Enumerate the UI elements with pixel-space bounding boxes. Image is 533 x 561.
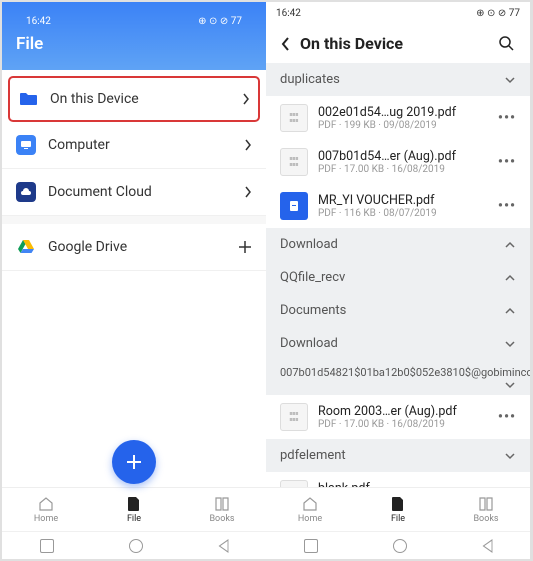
path-row: 007b01d54821$01ba12b0$052e3810$@gobiminc… xyxy=(266,360,530,395)
header: 16:42 ⊕ ⊙ ⊘ 77 File xyxy=(2,2,266,70)
fab-add-button[interactable] xyxy=(112,440,156,484)
section-qqfile[interactable]: QQfile_recv xyxy=(266,261,530,294)
file-row[interactable]: blank.pdfPDF · 4.91 KB · 11/07/2023••• xyxy=(266,472,530,487)
chevron-down-icon xyxy=(504,76,516,84)
status-icons: ⊕ ⊙ ⊘ 77 xyxy=(476,8,520,19)
nav-bar xyxy=(266,531,530,559)
chevron-right-icon xyxy=(244,139,252,151)
section-duplicates[interactable]: duplicates xyxy=(266,63,530,96)
file-row[interactable]: ≡≡≡≡≡≡ 002e01d54…ug 2019.pdfPDF · 199 KB … xyxy=(266,96,530,140)
cloud-icon xyxy=(16,182,36,202)
file-meta: PDF · 199 KB · 09/08/2019 xyxy=(318,120,488,131)
pdf-thumb-icon xyxy=(280,480,308,487)
file-name: Room 2003…er (Aug).pdf xyxy=(318,404,488,419)
list-item-google-drive[interactable]: Google Drive xyxy=(2,224,266,271)
tab-books[interactable]: Books xyxy=(442,488,530,531)
file-meta: PDF · 17.00 KB · 16/08/2019 xyxy=(318,419,488,430)
chevron-up-icon xyxy=(504,307,516,315)
more-icon[interactable]: ••• xyxy=(498,154,516,170)
nav-back-icon[interactable] xyxy=(218,539,228,553)
more-icon[interactable]: ••• xyxy=(498,110,516,126)
computer-icon xyxy=(16,135,36,155)
google-drive-icon xyxy=(16,237,36,257)
nav-back-icon[interactable] xyxy=(482,539,492,553)
chevron-right-icon xyxy=(244,186,252,198)
list-item-label: Google Drive xyxy=(48,239,226,255)
tab-file[interactable]: File xyxy=(354,488,442,531)
nav-bar xyxy=(2,531,266,559)
status-time: 16:42 xyxy=(26,16,51,27)
bottom-tabs: Home File Books xyxy=(2,487,266,531)
back-icon[interactable] xyxy=(280,36,290,52)
tab-home[interactable]: Home xyxy=(266,488,354,531)
pdf-thumb-icon: ≡≡≡≡≡≡ xyxy=(280,148,308,176)
status-icons: ⊕ ⊙ ⊘ 77 xyxy=(198,16,242,27)
divider xyxy=(2,216,266,224)
file-row[interactable]: ≡≡≡≡≡≡ Room 2003…er (Aug).pdfPDF · 17.00 … xyxy=(266,395,530,439)
status-bar: 16:42 ⊕ ⊙ ⊘ 77 xyxy=(16,10,252,32)
chevron-down-icon xyxy=(504,340,516,348)
page-title: File xyxy=(16,34,252,54)
chevron-up-icon xyxy=(504,241,516,249)
left-screen: 16:42 ⊕ ⊙ ⊘ 77 File On this Device Compu… xyxy=(2,2,266,559)
status-bar: 16:42 ⊕ ⊙ ⊘ 77 xyxy=(266,2,530,24)
section-pdfelement[interactable]: pdfelement xyxy=(266,439,530,472)
file-name: MR_YI VOUCHER.pdf xyxy=(318,193,488,208)
nav-home-icon[interactable] xyxy=(393,539,407,553)
search-icon[interactable] xyxy=(498,35,516,53)
pdf-thumb-icon: ≡≡≡≡≡≡ xyxy=(280,403,308,431)
file-name: 007b01d54…er (Aug).pdf xyxy=(318,149,488,164)
chevron-down-icon xyxy=(504,452,516,460)
file-meta: PDF · 116 KB · 08/07/2019 xyxy=(318,208,488,219)
list-item-computer[interactable]: Computer xyxy=(2,122,266,169)
list-item-label: On this Device xyxy=(50,91,230,107)
pdf-thumb-icon: ≡≡≡≡≡≡ xyxy=(280,104,308,132)
nav-home-icon[interactable] xyxy=(129,539,143,553)
section-download[interactable]: Download xyxy=(266,228,530,261)
content: On this Device Computer Document Cloud G… xyxy=(2,70,266,487)
chevron-right-icon xyxy=(242,93,250,105)
nav-recent-icon[interactable] xyxy=(304,539,318,553)
tab-file[interactable]: File xyxy=(90,488,178,531)
folder-icon xyxy=(18,89,38,109)
file-row[interactable]: MR_YI VOUCHER.pdfPDF · 116 KB · 08/07/20… xyxy=(266,184,530,228)
tab-books[interactable]: Books xyxy=(178,488,266,531)
page-title: On this Device xyxy=(300,34,488,53)
file-meta: PDF · 17.00 KB · 16/08/2019 xyxy=(318,164,488,175)
tab-home[interactable]: Home xyxy=(2,488,90,531)
chevron-up-icon xyxy=(504,274,516,282)
file-row[interactable]: ≡≡≡≡≡≡ 007b01d54…er (Aug).pdfPDF · 17.00 … xyxy=(266,140,530,184)
more-icon[interactable]: ••• xyxy=(498,198,516,214)
nav-recent-icon[interactable] xyxy=(40,539,54,553)
content: duplicates ≡≡≡≡≡≡002e01d54…ug 2019.pdfPD… xyxy=(266,63,530,487)
section-documents[interactable]: Documents xyxy=(266,294,530,327)
right-screen: 16:42 ⊕ ⊙ ⊘ 77 On this Device duplicates… xyxy=(266,2,530,559)
status-time: 16:42 xyxy=(276,8,301,19)
header: On this Device xyxy=(266,24,530,63)
chevron-down-icon xyxy=(504,381,516,389)
bottom-tabs: Home File Books xyxy=(266,487,530,531)
section-download2[interactable]: Download xyxy=(266,327,530,360)
list-item-label: Computer xyxy=(48,137,232,153)
more-icon[interactable]: ••• xyxy=(498,409,516,425)
plus-icon xyxy=(238,240,252,254)
list-item-label: Document Cloud xyxy=(48,184,232,200)
pdf-icon xyxy=(280,192,308,220)
list-item-document-cloud[interactable]: Document Cloud xyxy=(2,169,266,216)
list-item-on-this-device[interactable]: On this Device xyxy=(8,76,260,122)
file-name: 002e01d54…ug 2019.pdf xyxy=(318,105,488,120)
